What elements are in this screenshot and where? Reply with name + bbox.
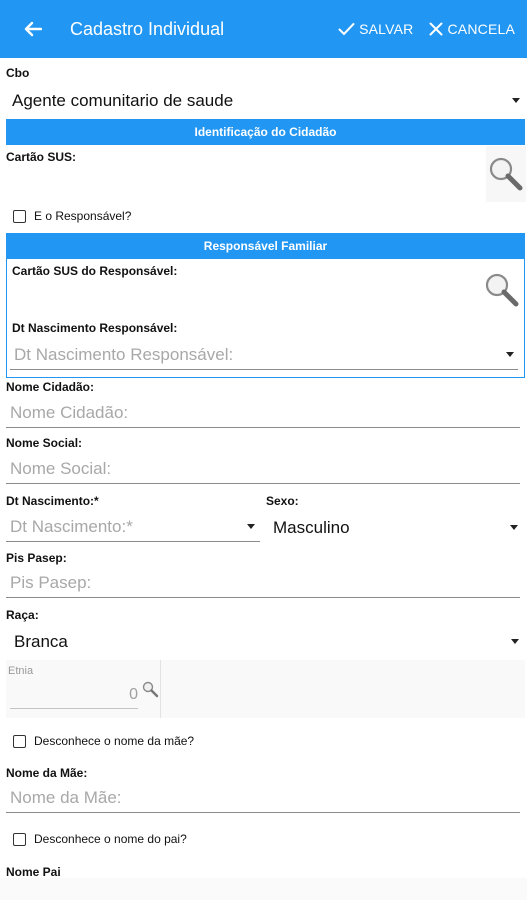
raca-select[interactable]: Branca	[14, 628, 522, 656]
back-button[interactable]	[18, 0, 48, 58]
etnia-value[interactable]: 0	[10, 686, 138, 706]
cartao-sus-label: Cartão SUS:	[6, 150, 77, 164]
dt-nascimento-input[interactable]	[6, 512, 260, 542]
sexo-select[interactable]: Masculino	[273, 514, 523, 542]
sexo-value: Masculino	[273, 518, 350, 537]
appbar-actions: SALVAR CANCELA	[338, 0, 515, 58]
search-icon	[489, 157, 523, 191]
cartao-sus-responsavel-input[interactable]	[12, 278, 482, 316]
nome-cidadao-input[interactable]	[6, 398, 520, 428]
app-bar: Cadastro Individual SALVAR CANCELA	[0, 0, 527, 58]
form-content: Cbo Agente comunitario de saude Identifi…	[0, 58, 527, 878]
cartao-sus-responsavel-search-button[interactable]	[482, 270, 522, 310]
desconhece-pai-label: Desconhece o nome do pai?	[34, 832, 187, 846]
cbo-select[interactable]: Agente comunitario de saude	[12, 88, 524, 114]
raca-value: Branca	[14, 632, 68, 651]
etnia-search-button[interactable]	[141, 680, 159, 698]
cartao-sus-responsavel-label: Cartão SUS do Responsável:	[12, 264, 178, 278]
cancel-label: CANCELA	[447, 21, 515, 37]
desconhece-pai-checkbox-box[interactable]	[13, 832, 26, 846]
pis-pasep-input[interactable]	[6, 568, 520, 598]
nome-mae-input[interactable]	[6, 783, 520, 813]
search-icon	[142, 681, 159, 698]
page-title: Cadastro Individual	[70, 18, 225, 39]
etnia-label: Etnia	[8, 665, 34, 677]
dt-nascimento-dropdown-icon	[247, 524, 255, 529]
dt-nasc-responsavel-label: Dt Nascimento Responsável:	[12, 321, 178, 335]
responsavel-checkbox-box[interactable]	[13, 209, 26, 223]
nome-mae-label: Nome da Mãe:	[6, 766, 88, 780]
raca-dropdown-icon	[511, 639, 519, 644]
nome-pai-label: Nome Pai	[6, 865, 61, 878]
cancel-button[interactable]: CANCELA	[429, 21, 515, 37]
desconhece-mae-checkbox[interactable]: Desconhece o nome da mãe?	[13, 734, 194, 748]
sexo-label: Sexo:	[266, 494, 299, 508]
arrow-left-icon	[24, 21, 42, 37]
etnia-underline	[10, 708, 138, 709]
check-icon	[338, 23, 355, 36]
nome-social-label: Nome Social:	[6, 436, 83, 450]
cbo-label: Cbo	[6, 66, 30, 80]
save-label: SALVAR	[359, 21, 414, 37]
section-responsavel-header: Responsável Familiar	[6, 233, 525, 259]
section-cidadao-header: Identificação do Cidadão	[6, 119, 525, 145]
sexo-dropdown-icon	[510, 525, 518, 530]
desconhece-mae-checkbox-box[interactable]	[13, 734, 26, 748]
etnia-divider	[160, 660, 161, 718]
dt-nascimento-label: Dt Nascimento:*	[6, 494, 99, 508]
close-icon	[429, 22, 443, 36]
cbo-dropdown-icon	[512, 98, 520, 103]
search-icon	[485, 273, 519, 307]
nome-social-input[interactable]	[6, 454, 520, 484]
bottom-strip	[0, 878, 527, 900]
desconhece-mae-label: Desconhece o nome da mãe?	[34, 734, 195, 748]
raca-label: Raça:	[6, 608, 39, 622]
responsavel-checkbox[interactable]: E o Responsável?	[13, 209, 131, 223]
dt-nasc-responsavel-dropdown-icon	[506, 352, 514, 357]
dt-nasc-responsavel-input[interactable]	[10, 340, 518, 370]
responsavel-checkbox-label: E o Responsável?	[34, 209, 132, 223]
desconhece-pai-checkbox[interactable]: Desconhece o nome do pai?	[13, 832, 187, 846]
save-button[interactable]: SALVAR	[338, 21, 413, 37]
nome-cidadao-label: Nome Cidadão:	[6, 380, 95, 394]
cartao-sus-input[interactable]	[6, 164, 484, 204]
cbo-value: Agente comunitario de saude	[12, 91, 234, 110]
cartao-sus-search-button[interactable]	[486, 154, 526, 194]
pis-pasep-label: Pis Pasep:	[6, 551, 67, 565]
